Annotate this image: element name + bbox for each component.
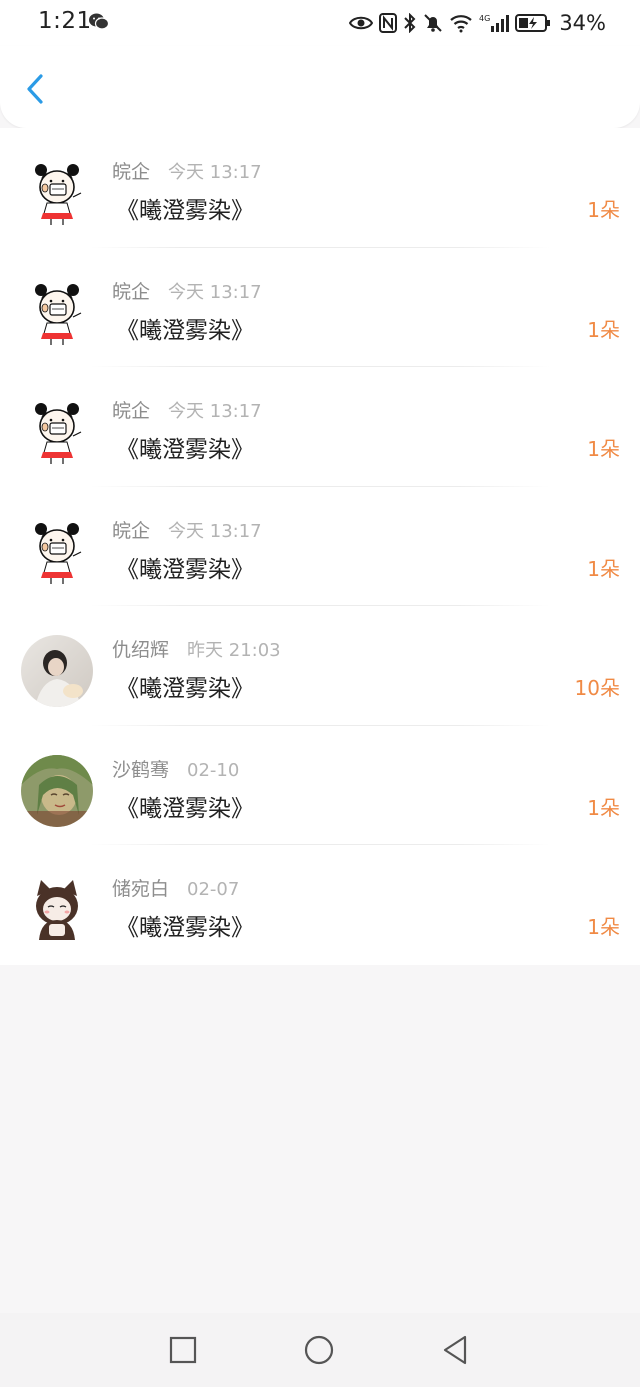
book-title: 《曦澄雾染》 (116, 437, 254, 463)
home-button[interactable] (302, 1333, 336, 1367)
sender-name: 储宛白 (112, 878, 170, 900)
book-title: 《曦澄雾染》 (116, 676, 254, 702)
book-title: 《曦澄雾染》 (116, 198, 254, 224)
avatar[interactable] (21, 515, 93, 588)
avatar[interactable] (21, 754, 93, 827)
list-item[interactable]: 皖企 今天 13:17 《曦澄雾染》 1朵 (0, 367, 640, 487)
chevron-left-icon (25, 73, 45, 109)
svg-text:4G: 4G (479, 14, 490, 23)
status-time: 1:21 (38, 8, 92, 34)
battery-percent: 34% (559, 11, 606, 35)
flower-amount: 1朵 (587, 198, 620, 222)
list-item[interactable]: 沙鹤骞 02-10 《曦澄雾染》 1朵 (0, 726, 640, 845)
sent-time: 02-10 (187, 759, 240, 781)
avatar[interactable] (21, 635, 93, 707)
recent-apps-button[interactable] (166, 1333, 200, 1367)
book-title: 《曦澄雾染》 (116, 795, 254, 822)
system-nav-bar (0, 1313, 640, 1387)
flower-amount: 1朵 (587, 795, 620, 820)
top-app-bar (0, 46, 640, 128)
status-icons: 4G 34% (349, 9, 606, 37)
item-meta: 皖企 今天 13:17 (112, 157, 262, 184)
avatar[interactable] (21, 157, 93, 229)
flower-amount: 1朵 (587, 437, 620, 461)
item-meta: 皖企 今天 13:17 (112, 396, 262, 423)
signal-4g-icon: 4G (479, 13, 510, 33)
battery-charging-icon (515, 13, 551, 33)
bluetooth-icon (403, 13, 417, 33)
flower-amount: 1朵 (587, 915, 620, 939)
item-meta: 沙鹤骞 02-10 (112, 755, 239, 782)
flower-amount: 10朵 (574, 676, 620, 700)
sender-name: 沙鹤骞 (112, 758, 170, 781)
circle-icon (302, 1335, 336, 1371)
list-item[interactable]: 仇绍辉 昨天 21:03 《曦澄雾染》 10朵 (0, 606, 640, 726)
list-item[interactable]: 储宛白 02-07 《曦澄雾染》 1朵 (0, 845, 640, 965)
sender-name: 仇绍辉 (112, 639, 170, 661)
avatar[interactable] (21, 874, 93, 946)
sent-time: 昨天 21:03 (187, 640, 281, 661)
gift-record-list: 皖企 今天 13:17 《曦澄雾染》 1朵 皖企 今天 13:17 《曦澄雾染》… (0, 128, 640, 965)
item-meta: 储宛白 02-07 (112, 874, 239, 901)
item-meta: 仇绍辉 昨天 21:03 (112, 635, 281, 662)
bell-muted-icon (423, 13, 443, 33)
sent-time: 今天 13:17 (168, 281, 262, 303)
sender-name: 皖企 (112, 400, 151, 422)
flower-amount: 1朵 (587, 317, 620, 342)
avatar[interactable] (21, 276, 93, 349)
avatar[interactable] (21, 396, 93, 468)
book-title: 《曦澄雾染》 (116, 556, 254, 583)
system-back-button[interactable] (438, 1333, 472, 1367)
book-title: 《曦澄雾染》 (116, 317, 254, 344)
triangle-back-icon (438, 1335, 472, 1371)
item-meta: 皖企 今天 13:17 (112, 516, 262, 543)
sender-name: 皖企 (112, 161, 151, 183)
wifi-icon (449, 13, 473, 33)
nfc-icon (379, 13, 398, 33)
list-item[interactable]: 皖企 今天 13:17 《曦澄雾染》 1朵 (0, 128, 640, 248)
sent-time: 今天 13:17 (168, 401, 262, 422)
square-icon (166, 1336, 200, 1371)
sent-time: 02-07 (187, 879, 240, 900)
book-title: 《曦澄雾染》 (116, 915, 254, 941)
status-bar: 1:21 4G 34% (0, 0, 640, 46)
sent-time: 今天 13:17 (168, 520, 262, 542)
list-item[interactable]: 皖企 今天 13:17 《曦澄雾染》 1朵 (0, 487, 640, 606)
list-item[interactable]: 皖企 今天 13:17 《曦澄雾染》 1朵 (0, 248, 640, 367)
sender-name: 皖企 (112, 280, 151, 303)
eye-icon (349, 14, 374, 32)
sender-name: 皖企 (112, 519, 151, 542)
wechat-icon (88, 12, 110, 36)
back-button[interactable] (14, 68, 56, 114)
sent-time: 今天 13:17 (168, 162, 262, 183)
flower-amount: 1朵 (587, 556, 620, 581)
item-meta: 皖企 今天 13:17 (112, 277, 262, 304)
